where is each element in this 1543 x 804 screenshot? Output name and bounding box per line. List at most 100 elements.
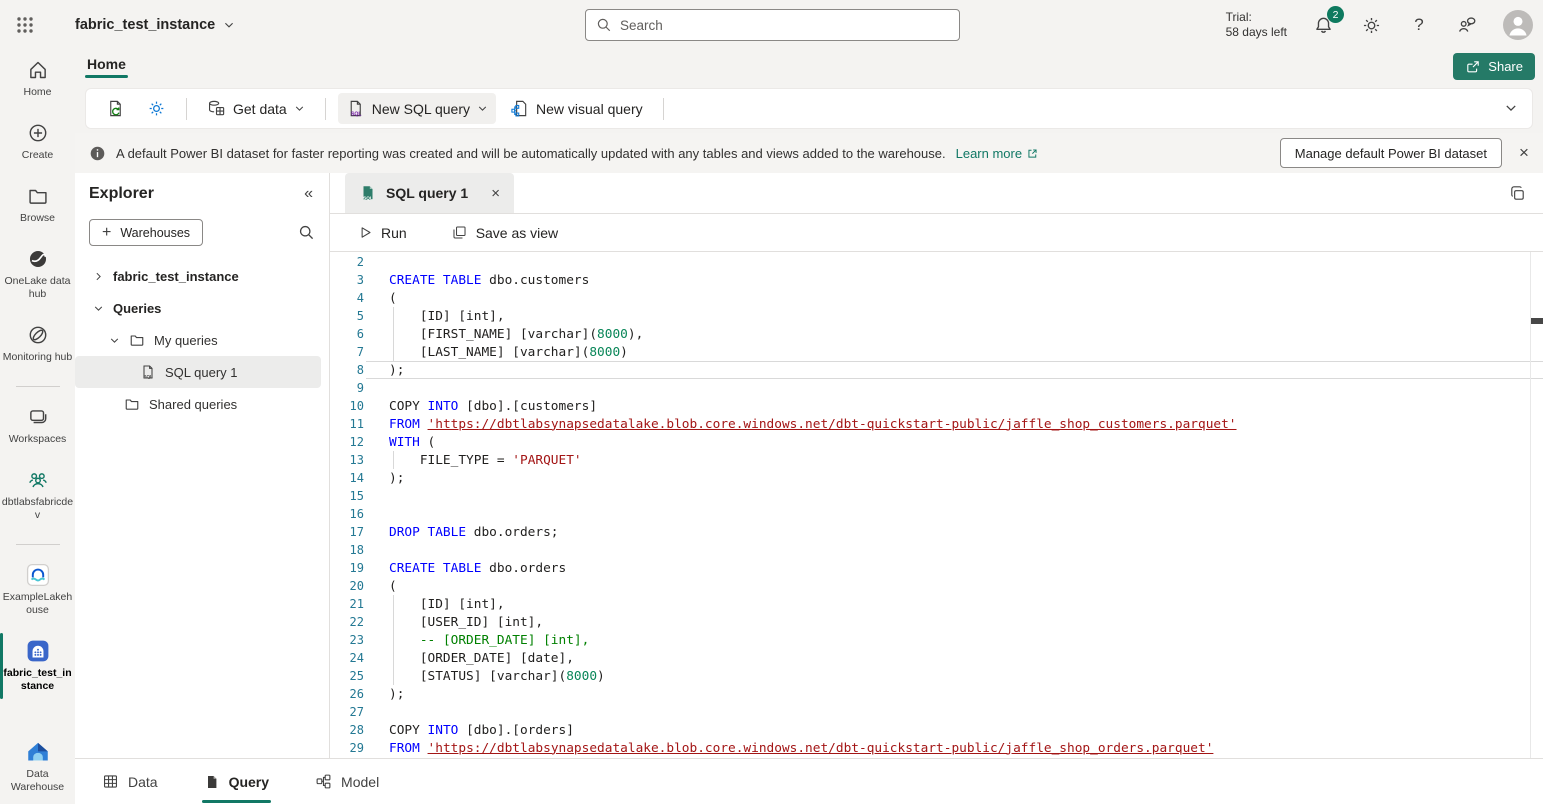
code-line-2[interactable]: 2	[330, 253, 1529, 271]
code-line-7[interactable]: 7 [LAST_NAME] [varchar](8000)	[330, 343, 1529, 361]
query-tab[interactable]: SQL SQL query 1 ×	[345, 173, 514, 213]
tree-item-my-queries[interactable]: My queries	[75, 324, 321, 356]
sql-code-editor[interactable]: 23CREATE TABLE dbo.customers4(5 [ID] [in…	[330, 252, 1543, 758]
code-line-29[interactable]: 29FROM 'https://dbtlabsynapsedatalake.bl…	[330, 739, 1529, 757]
scrollbar-thumb[interactable]	[1531, 318, 1543, 324]
nav-rail-item-workspaces[interactable]: Workspaces	[0, 405, 75, 446]
line-number: 20	[330, 579, 364, 593]
code-line-11[interactable]: 11FROM 'https://dbtlabsynapsedatalake.bl…	[330, 415, 1529, 433]
code-line-18[interactable]: 18	[330, 541, 1529, 559]
new-sql-query-button[interactable]: SQL New SQL query	[338, 93, 496, 124]
view-tab-model[interactable]: Model	[313, 759, 381, 804]
global-search[interactable]	[585, 9, 960, 41]
line-number: 7	[330, 345, 364, 359]
workspace-switcher[interactable]: fabric_test_instance	[75, 17, 235, 33]
new-warehouse-button[interactable]: + Warehouses	[89, 219, 203, 246]
editor-action-bar: Run Save as view	[330, 214, 1543, 252]
nav-rail-item-browse[interactable]: Browse	[0, 184, 75, 225]
nav-rail-item-dbtlabsfabricdev[interactable]: dbtlabsfabricdev	[0, 468, 75, 522]
nav-rail-item-fabric-test-instance[interactable]: fabric_test_instance	[0, 639, 75, 693]
feedback-icon[interactable]	[1455, 13, 1479, 37]
learn-more-link[interactable]: Learn more	[956, 146, 1039, 161]
notifications-bell-icon[interactable]: 2	[1311, 13, 1335, 37]
line-number: 19	[330, 561, 364, 575]
info-icon	[89, 145, 106, 162]
tree-item-sql-query-1[interactable]: SQLSQL query 1	[75, 356, 321, 388]
line-number: 25	[330, 669, 364, 683]
code-line-17[interactable]: 17DROP TABLE dbo.orders;	[330, 523, 1529, 541]
code-line-12[interactable]: 12WITH (	[330, 433, 1529, 451]
help-icon[interactable]: ?	[1407, 13, 1431, 37]
code-line-3[interactable]: 3CREATE TABLE dbo.customers	[330, 271, 1529, 289]
code-line-23[interactable]: 23 -- [ORDER_DATE] [int],	[330, 631, 1529, 649]
nav-rail-item-data-warehouse[interactable]: Data Warehouse	[0, 740, 75, 794]
nav-rail-item-home[interactable]: Home	[0, 58, 75, 99]
editor-scrollbar[interactable]	[1530, 252, 1543, 758]
run-button[interactable]: Run	[350, 220, 415, 246]
code-text: CREATE TABLE dbo.orders	[389, 561, 566, 576]
get-data-button[interactable]: Get data	[199, 93, 313, 124]
code-line-27[interactable]: 27	[330, 703, 1529, 721]
settings-gear-icon[interactable]	[1359, 13, 1383, 37]
new-visual-query-label: New visual query	[536, 101, 643, 117]
collapse-ribbon-chevron-icon[interactable]	[1504, 101, 1518, 115]
table-icon	[102, 773, 119, 790]
code-line-4[interactable]: 4(	[330, 289, 1529, 307]
refresh-dataset-icon[interactable]	[98, 93, 133, 124]
view-tab-data[interactable]: Data	[100, 759, 160, 804]
code-line-22[interactable]: 22 [USER_ID] [int],	[330, 613, 1529, 631]
svg-text:SQL: SQL	[144, 374, 153, 379]
query-tab-label: SQL query 1	[386, 185, 468, 201]
nav-rail-item-label: Create	[22, 149, 54, 162]
copy-icon[interactable]	[1508, 184, 1527, 203]
chevron-right-icon[interactable]	[92, 271, 104, 282]
chevron-down-icon[interactable]	[108, 335, 120, 346]
code-line-20[interactable]: 20(	[330, 577, 1529, 595]
nav-rail-item-monitoring-hub[interactable]: Monitoring hub	[0, 323, 75, 364]
toolbar-divider	[325, 98, 326, 120]
plus-icon: +	[102, 227, 111, 239]
code-line-15[interactable]: 15	[330, 487, 1529, 505]
share-label: Share	[1488, 59, 1523, 74]
code-line-28[interactable]: 28COPY INTO [dbo].[orders]	[330, 721, 1529, 739]
nav-rail-item-onelake-data-hub[interactable]: OneLake data hub	[0, 247, 75, 301]
settings-icon[interactable]	[139, 93, 174, 124]
code-line-9[interactable]: 9	[330, 379, 1529, 397]
code-line-8[interactable]: 8);	[330, 361, 1529, 379]
share-button[interactable]: Share	[1453, 53, 1535, 80]
code-line-13[interactable]: 13 FILE_TYPE = 'PARQUET'	[330, 451, 1529, 469]
code-line-10[interactable]: 10COPY INTO [dbo].[customers]	[330, 397, 1529, 415]
tree-item-fabric-test-instance[interactable]: fabric_test_instance	[75, 260, 321, 292]
line-number: 3	[330, 273, 364, 287]
code-line-14[interactable]: 14);	[330, 469, 1529, 487]
close-tab-icon[interactable]: ×	[491, 185, 500, 202]
app-launcher-icon[interactable]	[0, 0, 50, 50]
line-number: 16	[330, 507, 364, 521]
chevron-down-icon	[294, 103, 305, 114]
save-as-view-button[interactable]: Save as view	[443, 219, 566, 246]
code-line-19[interactable]: 19 CREATE TABLE dbo.orders	[330, 559, 1529, 577]
code-line-25[interactable]: 25 [STATUS] [varchar](8000)	[330, 667, 1529, 685]
tree-item-shared-queries[interactable]: Shared queries	[75, 388, 321, 420]
collapse-pane-icon[interactable]: «	[304, 185, 313, 203]
code-line-26[interactable]: 26);	[330, 685, 1529, 703]
code-line-16[interactable]: 16	[330, 505, 1529, 523]
close-banner-icon[interactable]: ×	[1513, 142, 1535, 164]
chevron-down-icon[interactable]	[92, 303, 104, 314]
tab-home[interactable]: Home	[85, 54, 128, 78]
new-visual-query-button[interactable]: New visual query	[502, 93, 651, 124]
code-line-6[interactable]: 6 [FIRST_NAME] [varchar](8000),	[330, 325, 1529, 343]
tree-item-queries[interactable]: Queries	[75, 292, 321, 324]
trial-status: Trial: 58 days left	[1226, 10, 1287, 40]
line-number: 24	[330, 651, 364, 665]
code-line-24[interactable]: 24 [ORDER_DATE] [date],	[330, 649, 1529, 667]
account-avatar[interactable]	[1503, 10, 1533, 40]
manage-default-dataset-button[interactable]: Manage default Power BI dataset	[1280, 138, 1502, 168]
explorer-search-icon[interactable]	[298, 224, 315, 241]
nav-rail-item-create[interactable]: Create	[0, 121, 75, 162]
nav-rail-item-examplelakehouse[interactable]: ExampleLakehouse	[0, 563, 75, 617]
code-line-21[interactable]: 21 [ID] [int],	[330, 595, 1529, 613]
view-tab-query[interactable]: Query	[202, 759, 271, 804]
code-line-5[interactable]: 5 [ID] [int],	[330, 307, 1529, 325]
search-input[interactable]	[620, 18, 949, 33]
